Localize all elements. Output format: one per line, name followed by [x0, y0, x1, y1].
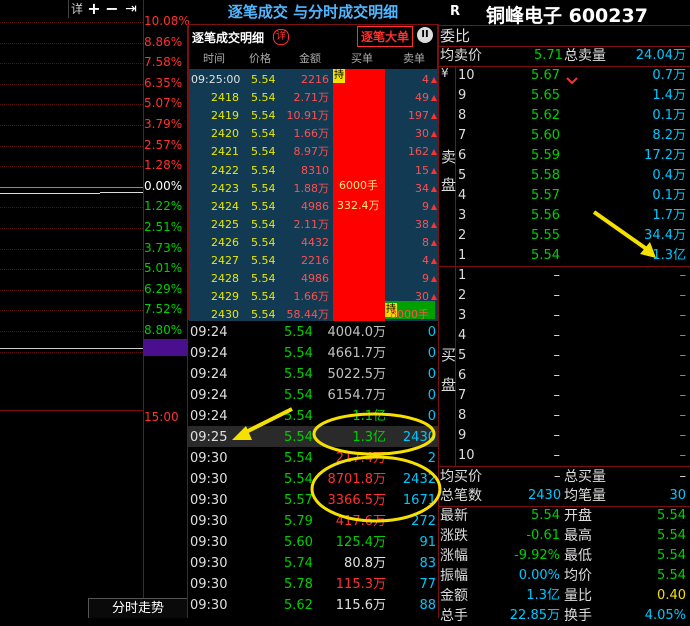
annotation-overlay: [232, 210, 656, 523]
arrow-head-1: [232, 426, 252, 440]
arrow-line-2: [592, 210, 650, 252]
highlight-ellipse-1: [312, 412, 436, 456]
arrow-line-1: [241, 407, 293, 436]
highlight-ellipse-2: [310, 455, 442, 523]
